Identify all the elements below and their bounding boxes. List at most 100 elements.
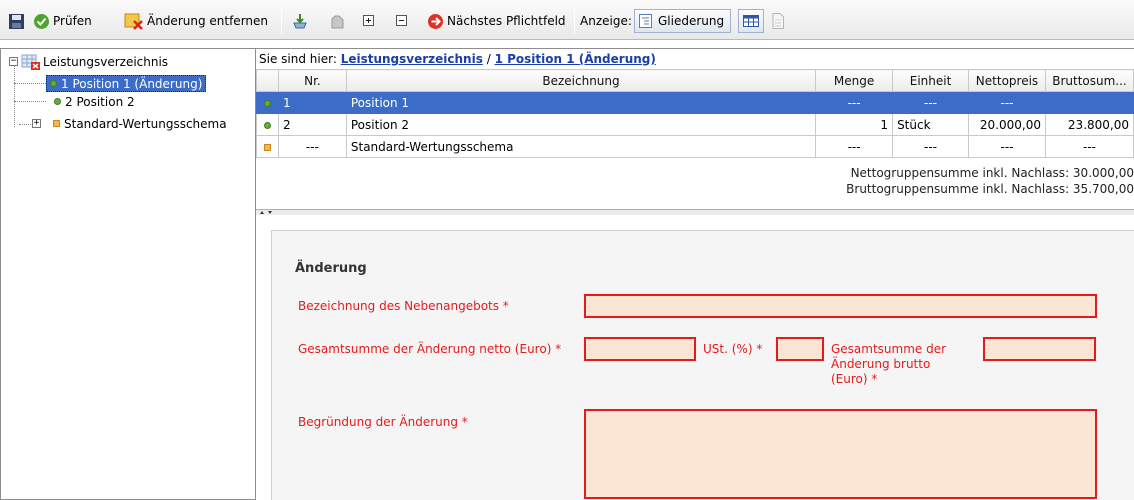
expand-toggle-icon[interactable]: + [32, 119, 41, 128]
display-label: Anzeige: [580, 14, 632, 28]
brutto-input[interactable] [983, 337, 1096, 361]
row-status [256, 135, 279, 158]
breadcrumb-link-lv[interactable]: Leistungsverzeichnis [341, 52, 483, 66]
navigation-tree: − Leistungsverzeichnis 1 Position 1 (Änd… [0, 48, 256, 500]
tree-root-label: Leistungsverzeichnis [43, 54, 169, 69]
expand-all-icon [363, 15, 374, 26]
column-header-menge[interactable]: Menge [815, 69, 894, 92]
tree-item-label: Standard-Wertungsschema [64, 116, 227, 131]
positions-table: Nr. Bezeichnung Menge Einheit Nettopreis… [256, 69, 1134, 158]
next-required-field-button[interactable]: Nächstes Pflichtfeld [427, 11, 566, 31]
tree-connector [14, 101, 46, 102]
status-dot-icon [54, 98, 61, 105]
remove-change-icon [124, 13, 143, 30]
save-icon [9, 13, 24, 29]
ust-input[interactable] [776, 337, 824, 361]
status-square-icon [53, 120, 60, 127]
status-dot-icon [50, 80, 57, 87]
bezeichnung-input[interactable] [584, 294, 1097, 318]
label-begruendung: Begründung der Änderung * [298, 415, 468, 429]
column-header-status [256, 69, 279, 92]
check-button[interactable]: Prüfen [33, 11, 92, 31]
netto-input[interactable] [584, 337, 696, 361]
outline-icon [639, 14, 652, 28]
label-bezeichnung: Bezeichnung des Nebenangebots * [298, 299, 509, 313]
column-header-bruttosumme[interactable]: Bruttosum... [1044, 69, 1134, 92]
export-button[interactable] [291, 11, 309, 31]
table-row[interactable]: --- Standard-Wertungsschema --- --- --- … [256, 135, 1134, 158]
table-row[interactable]: 1 Position 1 --- --- --- [256, 91, 1134, 114]
table-view-button[interactable] [738, 9, 764, 33]
breadcrumb-prefix: Sie sind hier: [259, 52, 337, 66]
splitter-handle[interactable] [256, 209, 1134, 215]
tree-item-wertungsschema[interactable]: + Standard-Wertungsschema [32, 115, 227, 132]
tree-item-selected[interactable]: 1 Position 1 (Änderung) [46, 75, 207, 92]
column-header-bezeichnung[interactable]: Bezeichnung [345, 69, 817, 92]
cell-bruttosumme [1044, 91, 1134, 114]
remove-change-button[interactable]: Änderung entfernen [124, 11, 268, 31]
label-netto: Gesamtsumme der Änderung netto (Euro) * [298, 342, 562, 356]
splitter-arrows-icon[interactable] [258, 210, 278, 215]
status-dot-icon [263, 99, 271, 107]
hand-icon [331, 15, 344, 29]
spreadsheet-error-icon [21, 54, 40, 70]
label-ust: USt. (%) * [703, 342, 763, 356]
cell-einheit: --- [892, 135, 969, 158]
cell-einheit: --- [892, 91, 969, 114]
cell-bruttosumme: --- [1044, 135, 1134, 158]
arrow-right-circle-icon [428, 13, 443, 29]
column-header-einheit[interactable]: Einheit [892, 69, 969, 92]
table-icon [743, 15, 759, 27]
cell-nr: 1 [277, 91, 347, 114]
save-button[interactable] [8, 11, 25, 31]
tree-item-position-2[interactable]: 2 Position 2 [54, 93, 135, 110]
net-group-sum: Nettogruppensumme inkl. Nachlass: 30.000… [850, 166, 1134, 180]
tree-item-position-1[interactable]: 1 Position 1 (Änderung) [46, 75, 207, 92]
cell-menge: --- [815, 91, 894, 114]
tree-connector [14, 62, 15, 127]
cell-menge: --- [815, 135, 894, 158]
cell-nettopreis: --- [968, 135, 1046, 158]
export-icon [293, 14, 307, 29]
breadcrumb-link-position[interactable]: 1 Position 1 (Änderung) [495, 52, 656, 66]
collapse-toggle-icon[interactable]: − [9, 57, 18, 66]
gross-group-sum: Bruttogruppensumme inkl. Nachlass: 35.70… [846, 182, 1134, 196]
begruendung-textarea[interactable] [584, 409, 1097, 499]
row-status [256, 113, 279, 136]
outline-view-button[interactable]: Gliederung [634, 9, 732, 33]
cell-nr: 2 [277, 113, 347, 136]
breadcrumb-separator: / [486, 52, 491, 66]
cell-menge: 1 [815, 113, 894, 136]
expand-all-button[interactable] [362, 11, 376, 31]
status-dot-icon [263, 121, 271, 129]
cell-bruttosumme: 23.800,00 [1044, 113, 1134, 136]
remove-change-label: Änderung entfernen [147, 14, 269, 28]
disabled-tool-button[interactable] [328, 11, 346, 31]
tree-item-label: 1 Position 1 (Änderung) [61, 76, 203, 91]
toolbar-separator [574, 8, 575, 34]
document-icon [772, 13, 784, 29]
cell-nettopreis: 20.000,00 [968, 113, 1046, 136]
column-header-nr[interactable]: Nr. [277, 69, 347, 92]
column-header-nettopreis[interactable]: Nettopreis [968, 69, 1046, 92]
collapse-all-button[interactable] [395, 11, 409, 31]
cell-einheit: Stück [892, 113, 969, 136]
content-pane: Sie sind hier: Leistungsverzeichnis / 1 … [256, 48, 1134, 500]
table-header-row: Nr. Bezeichnung Menge Einheit Nettopreis… [256, 69, 1134, 92]
tree-item-root[interactable]: − Leistungsverzeichnis [9, 53, 168, 70]
table-row[interactable]: 2 Position 2 1 Stück 20.000,00 23.800,00 [256, 113, 1134, 136]
cell-bezeichnung: Position 1 [345, 91, 817, 114]
tree-connector [14, 83, 46, 84]
cell-bezeichnung: Standard-Wertungsschema [345, 135, 817, 158]
document-view-button[interactable] [770, 11, 786, 31]
status-square-icon [263, 143, 271, 151]
cell-nr: --- [277, 135, 347, 158]
toolbar: Prüfen Änderung entfernen Nächstes Pflic… [0, 0, 1134, 40]
tree-item-label: 2 Position 2 [65, 94, 135, 109]
form-title: Änderung [295, 261, 367, 276]
label-brutto: Gesamtsumme der Änderung brutto (Euro) * [831, 342, 947, 386]
check-label: Prüfen [53, 14, 92, 28]
outline-label: Gliederung [658, 14, 725, 28]
toolbar-separator [281, 8, 282, 34]
collapse-all-icon [396, 15, 407, 26]
